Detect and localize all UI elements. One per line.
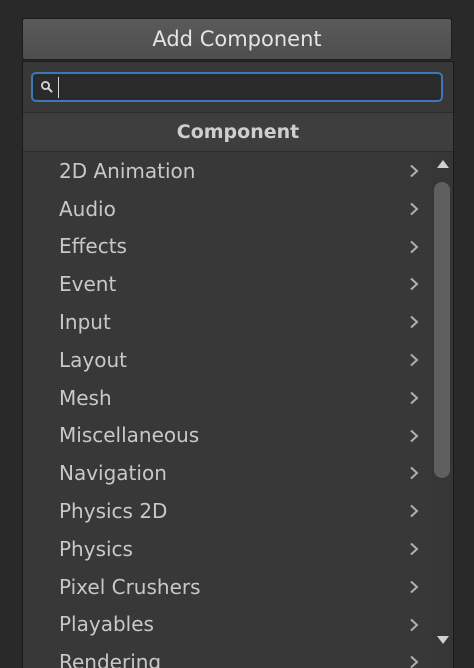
chevron-right-icon [410,504,419,518]
search-row [23,62,453,112]
list-header-title: Component [176,121,300,143]
list-item-label: Effects [59,234,127,259]
chevron-right-icon [410,391,419,405]
add-component-button-label: Add Component [152,27,322,51]
component-list: 2D Animation Audio Effects Event Input L… [23,152,431,668]
list-item-label: Layout [59,347,127,372]
component-dropdown: Component 2D Animation Audio Effects Eve… [22,61,454,668]
chevron-right-icon [410,656,419,668]
arrow-down-icon[interactable] [437,636,449,644]
list-item-navigation[interactable]: Navigation [23,454,431,492]
list-item-label: Physics [59,536,133,561]
list-item-label: Miscellaneous [59,423,200,448]
list-item-label: Event [59,272,117,297]
text-caret [58,77,59,98]
search-icon [41,81,53,93]
chevron-right-icon [410,315,419,329]
list-item-label: 2D Animation [59,158,196,183]
chevron-right-icon [410,467,419,480]
list-item-playables[interactable]: Playables [23,606,431,644]
list-item-label: Physics 2D [59,499,168,524]
chevron-right-icon [410,278,419,291]
list-item-rendering[interactable]: Rendering [23,643,431,668]
search-input[interactable] [61,74,437,102]
add-component-panel: Add Component Component 2D Animation Aud… [0,0,474,668]
list-item-input[interactable]: Input [23,303,431,341]
list-item-physics[interactable]: Physics [23,530,431,568]
chevron-right-icon [410,618,419,631]
list-item-pixel-crushers[interactable]: Pixel Crushers [23,568,431,606]
chevron-right-icon [410,542,419,556]
list-item-physics-2d[interactable]: Physics 2D [23,492,431,530]
list-item-miscellaneous[interactable]: Miscellaneous [23,417,431,455]
chevron-right-icon [410,429,419,442]
scrollbar[interactable] [431,152,453,668]
list-item-label: Pixel Crushers [59,574,201,599]
arrow-up-icon[interactable] [437,160,449,168]
list-item-audio[interactable]: Audio [23,190,431,228]
list-item-label: Mesh [59,385,112,410]
chevron-right-icon [410,202,419,216]
list-item-label: Input [59,310,111,335]
list-item-effects[interactable]: Effects [23,228,431,266]
list-item-event[interactable]: Event [23,265,431,303]
list-item-label: Audio [59,196,116,221]
scrollbar-thumb[interactable] [434,182,450,478]
list-item-mesh[interactable]: Mesh [23,379,431,417]
list-item-layout[interactable]: Layout [23,341,431,379]
search-field[interactable] [31,72,443,102]
chevron-right-icon [410,353,419,367]
chevron-right-icon [410,240,419,253]
add-component-button[interactable]: Add Component [22,18,452,60]
chevron-right-icon [410,164,419,178]
list-item-label: Navigation [59,461,167,486]
list-item-label: Playables [59,612,154,637]
list-item-2d-animation[interactable]: 2D Animation [23,152,431,190]
list-item-label: Rendering [59,650,162,668]
list-header: Component [23,112,453,152]
chevron-right-icon [410,580,419,594]
